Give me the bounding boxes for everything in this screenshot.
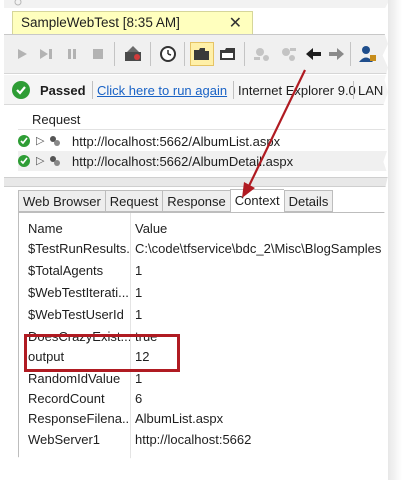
stop-icon[interactable]: [86, 42, 110, 66]
document-tab-title: SampleWebTest [8:35 AM]: [21, 15, 180, 30]
context-name: $WebTestIterati...: [28, 285, 129, 300]
request-row[interactable]: ▷ http://localhost:5662/AlbumList.aspx: [18, 131, 388, 151]
passed-check-icon: [12, 81, 30, 99]
annotation-highlight-box: [24, 334, 180, 372]
expand-triangle-icon[interactable]: ▷: [36, 134, 44, 147]
test-result-status: Passed: [40, 83, 86, 98]
tab-request[interactable]: Request: [104, 190, 163, 212]
toolbar-separator: [184, 42, 185, 66]
context-row[interactable]: RandomIdValue 1: [19, 369, 388, 389]
browser-type: Internet Explorer 9.0: [238, 83, 356, 98]
screenshot-frame: SampleWebTest [8:35 AM] ✕ Passed Click h…: [4, 0, 388, 462]
request-url: http://localhost:5662/AlbumDetail.aspx: [72, 154, 294, 169]
grid-header: Name Value: [19, 219, 388, 239]
document-tab[interactable]: SampleWebTest [8:35 AM] ✕: [12, 11, 253, 34]
context-row[interactable]: WebServer1 http://localhost:5662: [19, 430, 388, 450]
value-column-header[interactable]: Value: [135, 221, 167, 236]
context-row[interactable]: $WebTestUserId 1: [19, 305, 388, 325]
forward-arrow-icon[interactable]: [324, 42, 348, 66]
context-value: C:\code\tfservice\bdc_2\Misc\BlogSamples: [135, 241, 382, 256]
request-row[interactable]: ▷ http://localhost:5662/AlbumDetail.aspx: [18, 151, 388, 171]
request-column-label: Request: [32, 112, 81, 127]
context-value: 1: [135, 285, 143, 300]
status-separator: [233, 81, 234, 99]
context-name: WebServer1: [28, 432, 101, 447]
tab-web-browser[interactable]: Web Browser: [18, 190, 105, 212]
tab-details[interactable]: Details: [283, 190, 334, 212]
context-name: RandomIdValue: [28, 371, 121, 386]
open-folder-icon[interactable]: [190, 42, 214, 66]
status-separator: [353, 81, 354, 99]
context-name: $WebTestUserId: [28, 307, 124, 322]
context-row[interactable]: $TestRunResults... C:\code\tfservice\bdc…: [19, 239, 388, 259]
context-row[interactable]: RecordCount 6: [19, 389, 388, 409]
back-arrow-icon[interactable]: [302, 42, 326, 66]
tab-response[interactable]: Response: [162, 190, 230, 212]
user-icon[interactable]: [356, 42, 380, 66]
expand-triangle-icon[interactable]: ▷: [36, 154, 44, 167]
context-name: RecordCount: [28, 391, 105, 406]
step-icon[interactable]: [34, 42, 58, 66]
request-url: http://localhost:5662/AlbumList.aspx: [72, 134, 281, 149]
request-column-header[interactable]: Request: [18, 110, 388, 130]
tab-context[interactable]: Context: [229, 189, 284, 213]
window-top-edge: [4, 0, 388, 8]
context-value: 6: [135, 391, 143, 406]
pause-icon[interactable]: [60, 42, 84, 66]
context-row[interactable]: ResponseFilena... AlbumList.aspx: [19, 409, 388, 429]
parameterize-icon[interactable]: [250, 42, 274, 66]
page-shadow: [388, 0, 402, 480]
name-column-header[interactable]: Name: [28, 221, 63, 236]
detail-tabs: Web Browser Request Response Context Det…: [18, 189, 334, 213]
status-bar: Passed Click here to run again Internet …: [4, 75, 388, 105]
context-row[interactable]: $WebTestIterati... 1: [19, 283, 388, 303]
toolbar-separator: [350, 42, 351, 66]
toolbar-separator: [114, 42, 115, 66]
network-type: LAN: [358, 83, 384, 98]
run-icon[interactable]: [10, 42, 34, 66]
toolbar: [4, 34, 388, 74]
toolbar-separator: [150, 42, 151, 66]
passed-check-icon: [18, 135, 30, 147]
context-value: http://localhost:5662: [135, 432, 252, 447]
web-request-icon: [50, 156, 60, 166]
pane-splitter[interactable]: [4, 177, 388, 187]
clock-icon[interactable]: [156, 42, 180, 66]
recorder-icon[interactable]: [121, 42, 145, 66]
extract-icon[interactable]: [276, 42, 300, 66]
document-tab-bar: SampleWebTest [8:35 AM] ✕: [4, 8, 388, 34]
run-again-link[interactable]: Click here to run again: [97, 83, 227, 98]
web-request-icon: [50, 136, 60, 146]
context-name: $TotalAgents: [28, 263, 104, 278]
close-icon[interactable]: ✕: [229, 13, 242, 33]
folder-icon[interactable]: [216, 42, 240, 66]
passed-check-icon: [18, 155, 30, 167]
status-separator: [92, 81, 93, 99]
context-name: $TestRunResults...: [28, 241, 130, 256]
context-row[interactable]: $TotalAgents 1: [19, 261, 388, 281]
context-value: 1: [135, 307, 143, 322]
context-value: 1: [135, 263, 143, 278]
context-value: 1: [135, 371, 143, 386]
context-value: AlbumList.aspx: [135, 411, 224, 426]
toolbar-separator: [244, 42, 245, 66]
context-name: ResponseFilena...: [28, 411, 130, 426]
